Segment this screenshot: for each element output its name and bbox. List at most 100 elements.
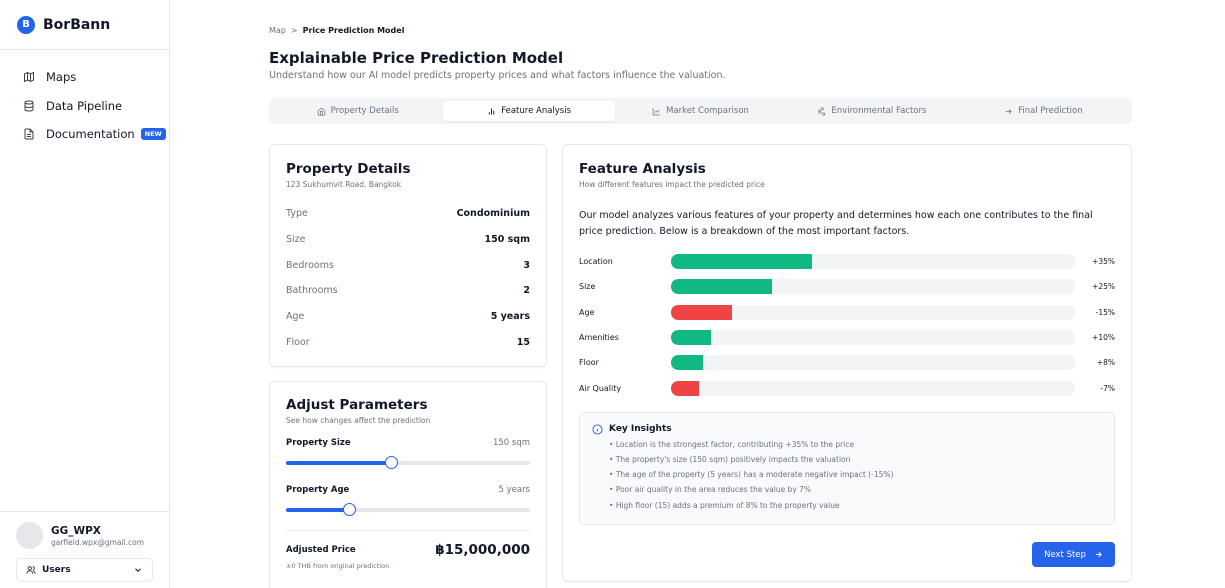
property-age-value: 5 years bbox=[498, 485, 530, 495]
property-age-label: Property Age bbox=[286, 485, 350, 495]
chevron-down-icon bbox=[135, 568, 141, 572]
property-details-list: Type Condominium Size 150 sqm Bedrooms 3 Ba… bbox=[286, 201, 530, 355]
feature-bar bbox=[671, 279, 772, 295]
detail-key: Age bbox=[286, 311, 305, 323]
user-profile[interactable]: GG_WPX garfield.wpx@gmail.com bbox=[16, 522, 153, 549]
adjust-parameters-title: Adjust Parameters bbox=[286, 397, 428, 413]
users-icon bbox=[26, 566, 36, 574]
tab-environmental-factors[interactable]: Environmental Factors bbox=[786, 101, 957, 121]
detail-value: 15 bbox=[516, 336, 530, 348]
document-icon bbox=[24, 128, 34, 140]
detail-value: 3 bbox=[523, 259, 530, 271]
users-dropdown[interactable]: Users bbox=[16, 558, 153, 582]
insight-item: Poor air quality in the area reduces the… bbox=[609, 482, 1102, 497]
brand[interactable]: B BorBann bbox=[0, 0, 169, 50]
map-icon bbox=[24, 71, 34, 83]
feature-analysis-title: Feature Analysis bbox=[579, 161, 706, 177]
feature-analysis-description: Our model analyzes various features of y… bbox=[579, 210, 1093, 237]
sidebar-nav: Maps Data Pipeline Documentation NEW bbox=[0, 50, 169, 149]
line-chart-icon bbox=[652, 107, 660, 115]
feature-analysis-subtitle: How different features impact the predic… bbox=[579, 180, 765, 189]
divider bbox=[286, 530, 530, 531]
next-step-button[interactable]: Next Step bbox=[1032, 542, 1115, 567]
feature-label: Size bbox=[579, 282, 596, 292]
adjusted-price-label: Adjusted Price bbox=[286, 545, 356, 555]
tab-label: Feature Analysis bbox=[501, 106, 572, 116]
database-icon bbox=[24, 100, 34, 112]
user-name: GG_WPX bbox=[51, 524, 101, 537]
tab-feature-analysis[interactable]: Feature Analysis bbox=[443, 101, 615, 121]
adjusted-price-value: ฿15,000,000 bbox=[435, 542, 530, 558]
tab-bar: Property Details Feature Analysis Market… bbox=[269, 98, 1132, 124]
breadcrumb-separator: > bbox=[290, 26, 298, 35]
brand-logo: B bbox=[17, 15, 35, 34]
detail-row: Age 5 years bbox=[286, 304, 530, 330]
feature-label: Air Quality bbox=[579, 383, 622, 393]
bar-chart-icon bbox=[488, 108, 495, 114]
sidebar-item-label: Data Pipeline bbox=[46, 98, 123, 113]
feature-row: Floor +8% bbox=[579, 350, 1115, 375]
feature-bar-track bbox=[671, 380, 1075, 396]
insight-item: The property's size (150 sqm) positively… bbox=[609, 452, 1102, 467]
feature-label: Location bbox=[579, 257, 613, 267]
feature-label: Floor bbox=[579, 358, 599, 368]
insights-list: Location is the strongest factor, contri… bbox=[592, 437, 1102, 513]
adjust-parameters-card: Adjust Parameters See how changes affect… bbox=[269, 381, 547, 588]
info-icon bbox=[592, 424, 603, 435]
insight-item: The age of the property (5 years) has a … bbox=[609, 467, 1102, 482]
feature-analysis-card: Feature Analysis How different features … bbox=[562, 144, 1132, 582]
sidebar-item-maps[interactable]: Maps bbox=[0, 63, 169, 92]
tab-label: Property Details bbox=[330, 106, 399, 116]
arrow-right-icon bbox=[1005, 108, 1012, 114]
slider-thumb[interactable] bbox=[384, 456, 398, 469]
slider-thumb[interactable] bbox=[343, 503, 357, 516]
user-email: garfield.wpx@gmail.com bbox=[51, 537, 145, 547]
feature-bar bbox=[671, 330, 712, 346]
detail-key: Bathrooms bbox=[286, 285, 338, 297]
tab-market-comparison[interactable]: Market Comparison bbox=[615, 101, 786, 121]
new-badge: NEW bbox=[140, 128, 166, 141]
detail-row: Size 150 sqm bbox=[286, 227, 530, 253]
detail-key: Size bbox=[286, 234, 306, 246]
adjusted-price-row: Adjusted Price ฿15,000,000 bbox=[286, 542, 530, 558]
feature-bar bbox=[671, 254, 813, 270]
detail-key: Bedrooms bbox=[286, 259, 334, 271]
feature-bar-track bbox=[671, 355, 1075, 371]
user-info: GG_WPX garfield.wpx@gmail.com bbox=[51, 525, 144, 547]
property-size-slider[interactable] bbox=[286, 456, 530, 469]
property-size-value: 150 sqm bbox=[492, 438, 530, 448]
tab-label: Market Comparison bbox=[666, 106, 749, 116]
feature-row: Location +35% bbox=[579, 249, 1115, 274]
feature-label: Age bbox=[579, 307, 595, 317]
feature-bar-track bbox=[671, 330, 1075, 346]
detail-value: Condominium bbox=[456, 208, 530, 220]
sidebar-item-data-pipeline[interactable]: Data Pipeline bbox=[0, 92, 169, 121]
wind-icon bbox=[818, 106, 826, 116]
feature-bar-track bbox=[671, 254, 1075, 270]
avatar bbox=[16, 522, 43, 549]
adjusted-price-note: ±0 THB from original prediction bbox=[286, 562, 390, 570]
feature-value: -7% bbox=[1100, 383, 1115, 393]
detail-row: Type Condominium bbox=[286, 201, 530, 227]
tab-property-details[interactable]: Property Details bbox=[272, 101, 443, 121]
detail-value: 150 sqm bbox=[484, 234, 531, 246]
detail-key: Floor bbox=[286, 336, 310, 348]
sidebar: B BorBann Maps Data Pipeline Documentati… bbox=[0, 0, 170, 588]
page-title: Explainable Price Prediction Model bbox=[269, 49, 564, 67]
page-subtitle: Understand how our AI model predicts pro… bbox=[269, 70, 726, 81]
property-size-control: Property Size 150 sqm bbox=[286, 438, 530, 469]
tab-label: Environmental Factors bbox=[831, 106, 927, 116]
detail-row: Floor 15 bbox=[286, 329, 530, 355]
feature-bar-track bbox=[671, 304, 1075, 320]
breadcrumb-parent[interactable]: Map bbox=[269, 26, 286, 35]
key-insights-box: Key Insights Location is the strongest f… bbox=[579, 411, 1115, 525]
tab-final-prediction[interactable]: Final Prediction bbox=[958, 101, 1129, 121]
detail-row: Bedrooms 3 bbox=[286, 252, 530, 278]
feature-row: Age -15% bbox=[579, 300, 1115, 325]
feature-bars: Location +35% Size +25% Age -15% Amenities +10%… bbox=[579, 249, 1115, 401]
users-dropdown-label: Users bbox=[42, 565, 71, 575]
insight-item: Location is the strongest factor, contri… bbox=[609, 437, 1102, 452]
breadcrumb: Map > Price Prediction Model bbox=[269, 26, 404, 35]
property-age-slider[interactable] bbox=[286, 503, 530, 516]
sidebar-item-documentation[interactable]: Documentation NEW bbox=[0, 120, 169, 149]
